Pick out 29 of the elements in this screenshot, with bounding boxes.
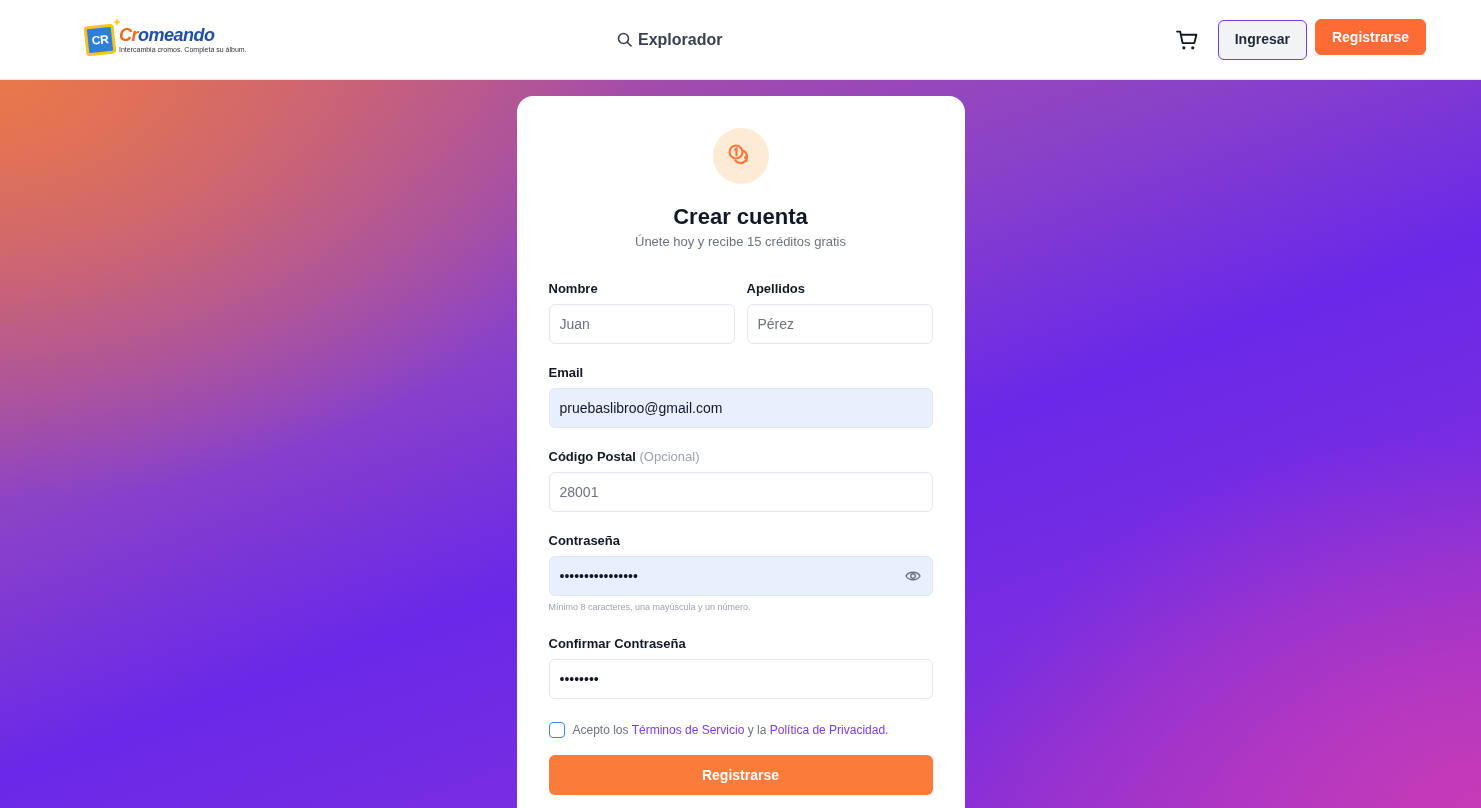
form-subtitle: Únete hoy y recibe 15 créditos gratis xyxy=(634,233,847,251)
field-label: Código Postal xyxy=(548,449,636,464)
input-field[interactable]: •••••••• xyxy=(548,659,933,699)
input-field[interactable]: Pérez xyxy=(746,304,933,344)
field-label: Apellidos xyxy=(746,281,805,296)
cart-icon[interactable] xyxy=(1175,29,1198,50)
explore-link[interactable]: Explorador xyxy=(617,27,723,52)
password-hint: Mínimo 8 caracteres, una mayúscula y un número. xyxy=(548,601,752,614)
input-field[interactable]: •••••••••••••••• xyxy=(548,556,933,596)
text-link[interactable]: Política de Privacidad. xyxy=(769,723,889,737)
consent-text: Acepto los Términos de Servicio y la Política de Privacidad. xyxy=(572,722,889,739)
terms-checkbox[interactable] xyxy=(548,722,565,738)
optional-note: (Opcional) xyxy=(639,449,700,464)
text-link[interactable]: Términos de Servicio xyxy=(631,723,745,737)
field-label: Contraseña xyxy=(548,533,621,548)
coins-icon xyxy=(712,128,769,184)
eye-icon[interactable] xyxy=(904,569,921,583)
logo-badge: CR xyxy=(83,23,117,56)
sparkle-icon xyxy=(113,17,121,26)
form-title: Crear cuenta xyxy=(672,203,809,231)
field-label: Nombre xyxy=(548,281,598,296)
search-icon xyxy=(617,32,632,47)
input-field[interactable]: 28001 xyxy=(548,472,933,512)
input-field[interactable]: Juan xyxy=(548,304,735,344)
logo-wordmark: Cromeando xyxy=(119,25,216,45)
field-label: Confirmar Contraseña xyxy=(548,636,686,651)
login-button[interactable]: Ingresar xyxy=(1217,19,1307,60)
input-field[interactable]: pruebaslibroo@gmail.com xyxy=(548,388,933,428)
field-label: Email xyxy=(548,365,584,380)
